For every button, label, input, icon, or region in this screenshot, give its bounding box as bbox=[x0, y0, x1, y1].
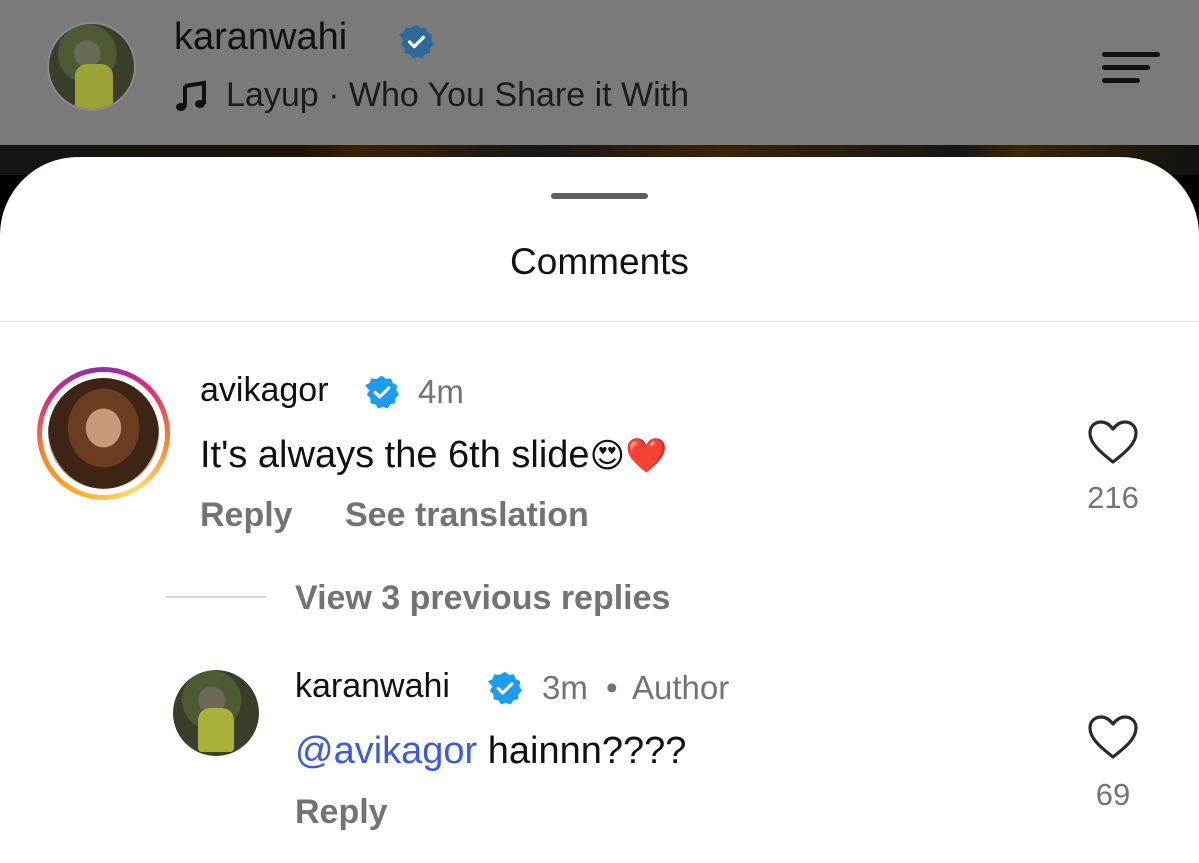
verified-badge-icon bbox=[364, 375, 400, 409]
comment-username[interactable]: avikagor bbox=[200, 371, 329, 410]
author-label: Author bbox=[632, 669, 730, 706]
comment-text-body: It's always the 6th slide bbox=[200, 434, 590, 476]
reply-username[interactable]: karanwahi bbox=[295, 667, 450, 706]
reply-text: @avikagor hainnn???? bbox=[295, 730, 686, 773]
like-count: 69 bbox=[1095, 777, 1131, 812]
like-heart-icon[interactable] bbox=[1087, 419, 1139, 465]
comment-time: 4m bbox=[418, 373, 464, 410]
reply-avatar[interactable] bbox=[173, 670, 259, 756]
music-note-icon bbox=[176, 80, 206, 111]
like-heart-icon[interactable] bbox=[1087, 714, 1139, 760]
comment-avatar-story-ring[interactable] bbox=[37, 367, 170, 500]
verified-badge-icon bbox=[487, 671, 523, 705]
view-previous-replies-button[interactable]: View 3 previous replies bbox=[295, 579, 670, 618]
comment-emojis: 😍❤️ bbox=[589, 436, 668, 476]
sheet-title: Comments bbox=[510, 241, 689, 282]
verified-badge-icon bbox=[398, 24, 434, 59]
like-count: 216 bbox=[1087, 480, 1139, 515]
header-avatar[interactable] bbox=[47, 22, 136, 111]
sheet-drag-handle[interactable] bbox=[551, 193, 648, 199]
song-title[interactable]: Layup · Who You Share it With bbox=[226, 76, 689, 115]
reply-button[interactable]: Reply bbox=[200, 496, 293, 535]
divider bbox=[0, 321, 1199, 322]
replies-connector-line bbox=[166, 596, 266, 598]
reply-text-body: hainnn???? bbox=[477, 730, 687, 772]
reply-button[interactable]: Reply bbox=[295, 793, 388, 832]
header-username[interactable]: karanwahi bbox=[174, 16, 347, 59]
separator-dot: • bbox=[606, 669, 618, 706]
reply-time: 3m bbox=[542, 669, 588, 706]
see-translation-button[interactable]: See translation bbox=[345, 496, 589, 535]
mention-link[interactable]: @avikagor bbox=[295, 730, 477, 772]
comments-sheet: Comments avikagor 4m It's always the 6th… bbox=[0, 157, 1199, 863]
reel-header: karanwahi Layup · Who You Share it With bbox=[0, 0, 1199, 145]
comment-text: It's always the 6th slide😍❤️ bbox=[200, 434, 667, 477]
comment-avatar bbox=[48, 378, 159, 489]
menu-icon[interactable] bbox=[1100, 50, 1162, 84]
